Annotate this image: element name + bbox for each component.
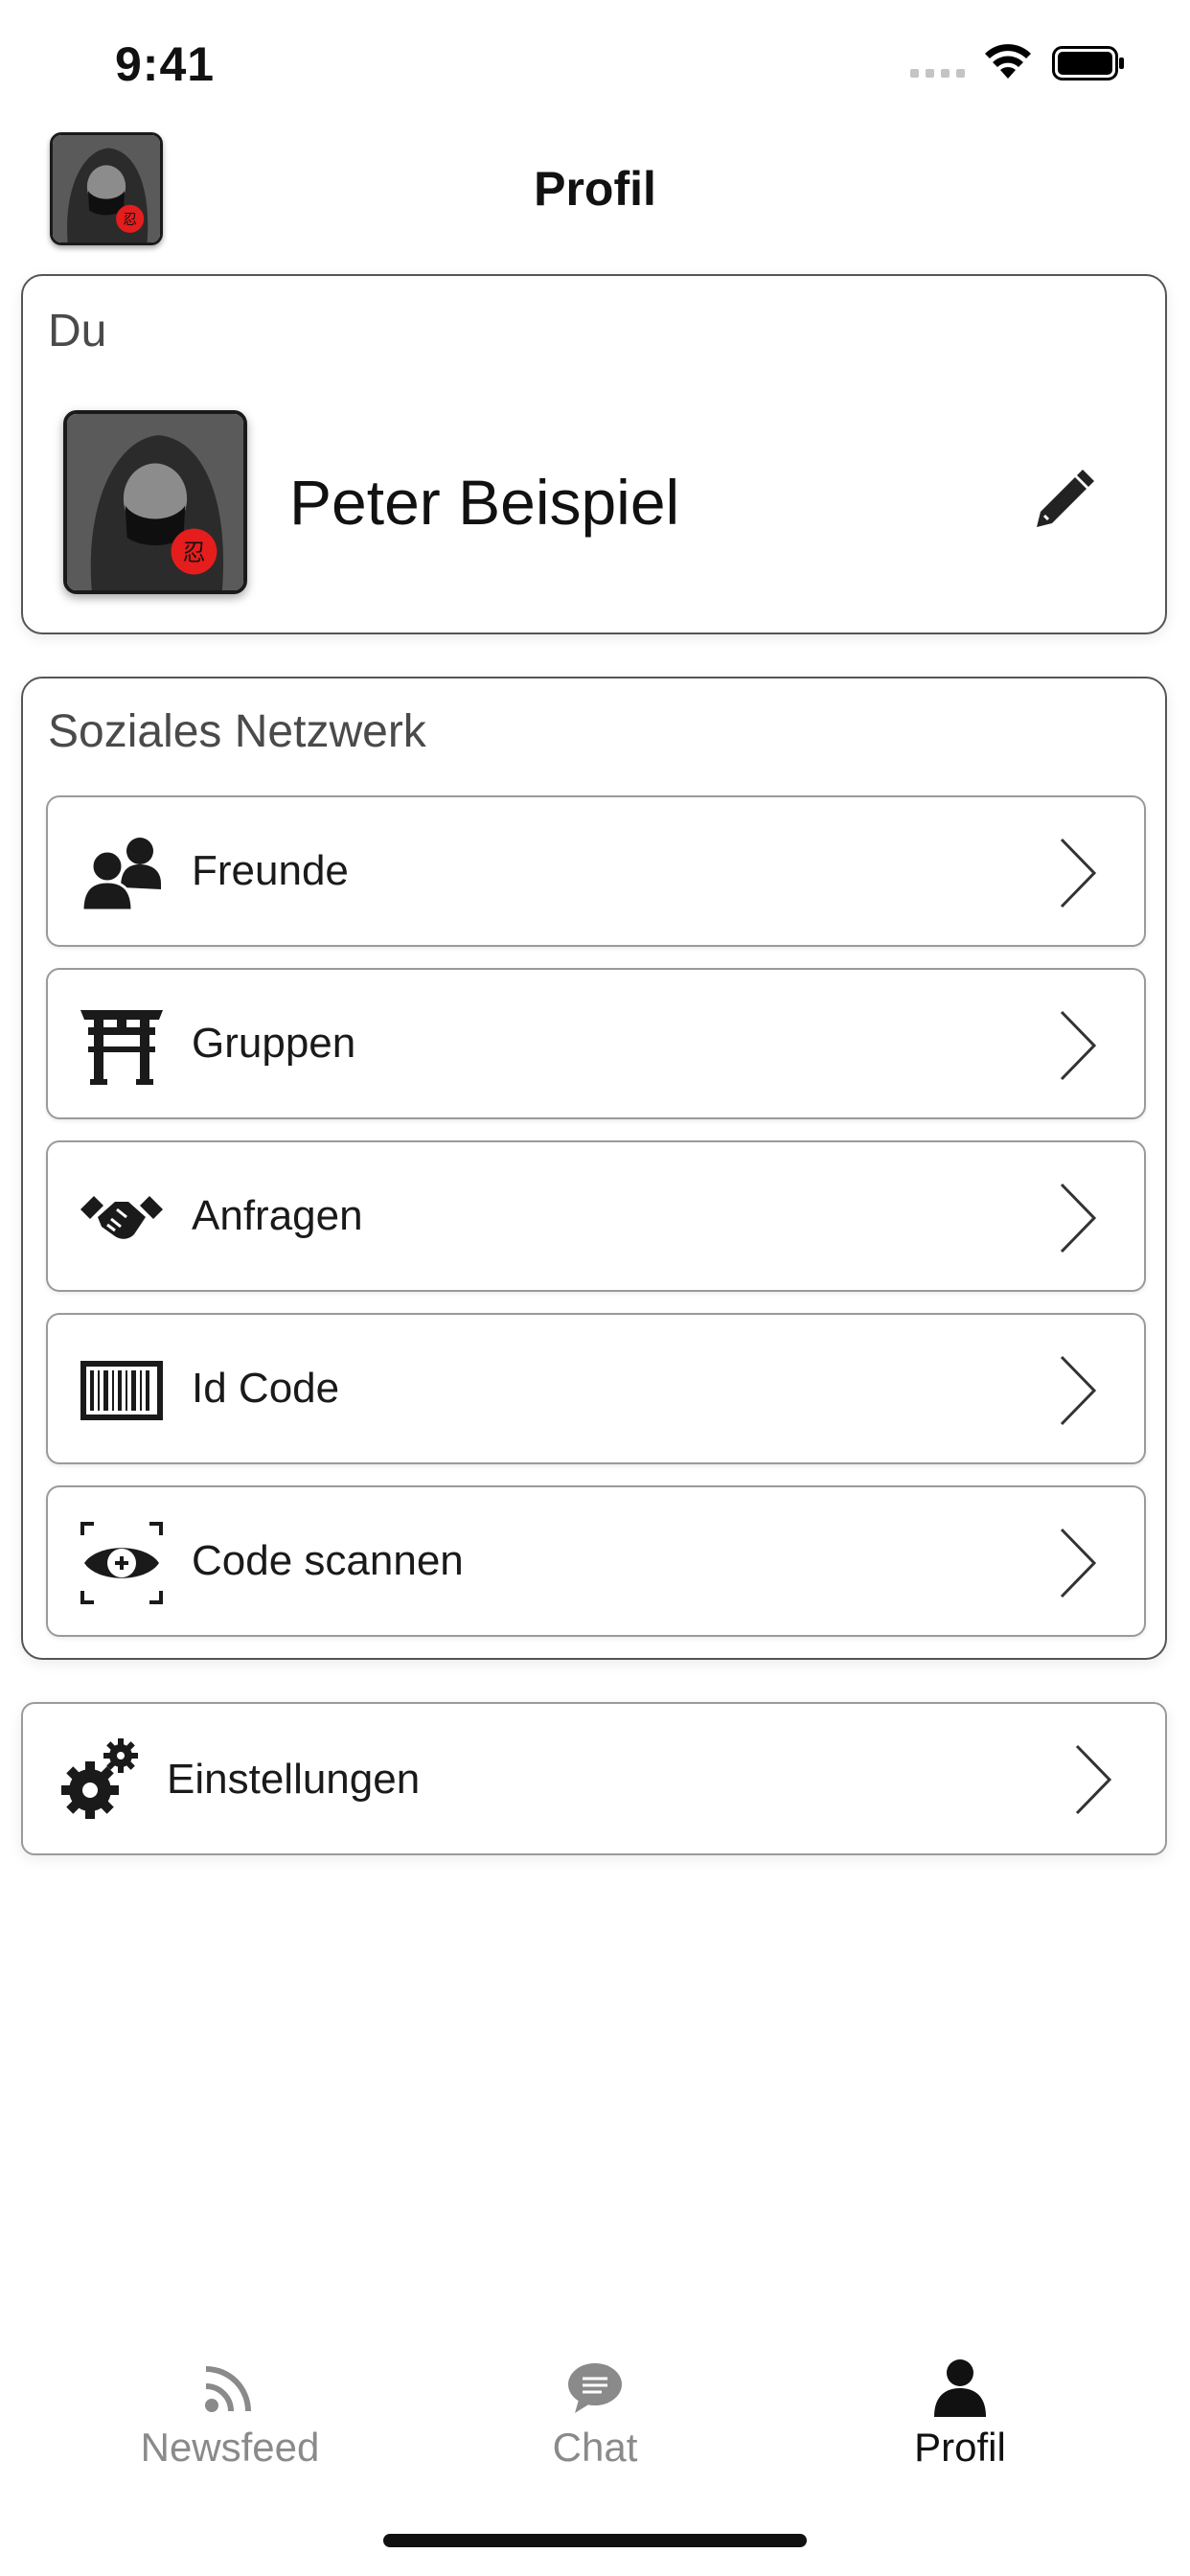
profile-card: Du 忍 Peter Beispiel	[21, 274, 1167, 634]
torii-gate-icon	[80, 1010, 163, 1085]
profile-avatar[interactable]: 忍	[63, 410, 247, 594]
tab-profil[interactable]: Profil	[816, 2358, 1104, 2472]
profile-name: Peter Beispiel	[289, 467, 680, 538]
page-title: Profil	[534, 162, 656, 216]
profile-section-title: Du	[48, 306, 107, 356]
rss-icon	[205, 2366, 251, 2412]
tab-chat[interactable]: Chat	[451, 2358, 739, 2472]
settings-row[interactable]: Einstellungen	[21, 1702, 1167, 1855]
friends-row[interactable]: Freunde	[46, 795, 1146, 947]
hooded-figure-avatar-icon: 忍	[67, 414, 243, 590]
barcode-icon	[80, 1361, 163, 1420]
scan-eye-icon	[80, 1522, 163, 1604]
requests-row[interactable]: Anfragen	[46, 1140, 1146, 1292]
scan-code-label: Code scannen	[192, 1537, 464, 1584]
status-bar: 9:41	[0, 0, 1190, 125]
groups-row[interactable]: Gruppen	[46, 968, 1146, 1119]
edit-pencil-icon[interactable]	[1029, 468, 1096, 535]
handshake-icon	[80, 1196, 163, 1239]
svg-text:忍: 忍	[183, 540, 206, 566]
battery-icon	[1052, 46, 1124, 80]
tab-newsfeed[interactable]: Newsfeed	[86, 2358, 374, 2472]
friends-label: Freunde	[192, 847, 349, 894]
status-time: 9:41	[115, 37, 216, 91]
tab-newsfeed-label: Newsfeed	[140, 2425, 320, 2470]
wifi-icon	[985, 44, 1031, 79]
chat-bubble-icon	[568, 2363, 622, 2413]
chevron-right-icon	[1060, 838, 1097, 908]
requests-label: Anfragen	[192, 1192, 363, 1239]
settings-label: Einstellungen	[167, 1756, 421, 1803]
chevron-right-icon	[1075, 1744, 1112, 1815]
tab-bar: Newsfeed Chat Profil	[0, 2338, 1190, 2492]
friends-icon	[80, 838, 161, 912]
groups-label: Gruppen	[192, 1020, 356, 1067]
chevron-right-icon	[1060, 1183, 1097, 1254]
social-network-card: Soziales Netzwerk Freunde Gruppen Anfrag…	[21, 677, 1167, 1660]
tab-profil-label: Profil	[914, 2425, 1006, 2470]
social-section-title: Soziales Netzwerk	[48, 706, 426, 757]
chevron-right-icon	[1060, 1528, 1097, 1598]
home-indicator	[383, 2534, 807, 2547]
gears-icon	[61, 1738, 138, 1819]
id-code-label: Id Code	[192, 1365, 340, 1412]
chevron-right-icon	[1060, 1010, 1097, 1081]
tab-chat-label: Chat	[552, 2425, 638, 2470]
person-icon	[934, 2359, 986, 2417]
scan-code-row[interactable]: Code scannen	[46, 1485, 1146, 1637]
id-code-row[interactable]: Id Code	[46, 1313, 1146, 1464]
cellular-signal-icon	[910, 69, 965, 78]
chevron-right-icon	[1060, 1355, 1097, 1426]
